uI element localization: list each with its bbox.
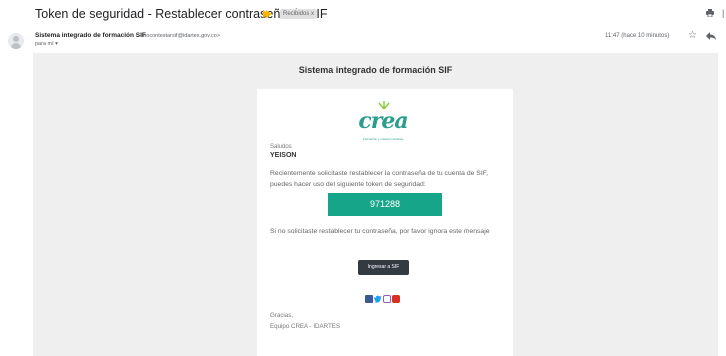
- greeting: Saludos: [270, 144, 292, 150]
- recipient-details-toggle[interactable]: para mí ▾: [35, 41, 58, 47]
- print-icon[interactable]: [706, 9, 714, 17]
- recipient-name: YEISON: [270, 152, 297, 159]
- signature-text: Equipo CREA - IDARTES: [270, 323, 341, 330]
- email-header-title: Sistema integrado de formación SIF: [298, 65, 453, 75]
- open-new-window-icon[interactable]: |: [722, 8, 726, 18]
- reply-icon[interactable]: [706, 32, 716, 40]
- social-links: [365, 295, 405, 305]
- avatar: [8, 33, 24, 49]
- email-card: crea Formación y creación artística Salu…: [257, 89, 513, 356]
- inbox-label-chip[interactable]: Recibidos x: [280, 9, 318, 19]
- sender-row: Sistema integrado de formación SIF <noco…: [0, 28, 726, 52]
- email-timestamp: 11:47 (hace 10 minutos): [605, 33, 670, 39]
- facebook-icon[interactable]: [365, 295, 373, 303]
- signature-block: Gracias, Equipo CREA - IDARTES: [270, 310, 340, 332]
- email-body: Sistema integrado de formación SIF crea …: [33, 53, 718, 356]
- twitter-icon[interactable]: [374, 295, 382, 303]
- subject-row: Token de seguridad - Restablecer contras…: [0, 0, 726, 28]
- security-token: 971288: [328, 193, 442, 216]
- youtube-icon[interactable]: [392, 295, 400, 303]
- logo-tagline: Formación y creación artística: [362, 137, 403, 141]
- star-icon[interactable]: ☆: [688, 31, 697, 41]
- crea-logo: crea Formación y creación artística: [353, 100, 423, 141]
- sender-email: <nocontestarsif@idartes.gov.co>: [140, 33, 221, 39]
- thanks-text: Gracias,: [270, 312, 294, 319]
- login-sif-button[interactable]: Ingresar a SIF: [358, 260, 409, 275]
- logo-wordmark: crea: [358, 108, 408, 134]
- ignore-notice-paragraph: Si no solicitaste restablecer tu contras…: [270, 228, 490, 235]
- important-marker-icon[interactable]: [263, 10, 272, 18]
- reset-request-paragraph: Recientemente solicitaste restablecer la…: [270, 170, 489, 188]
- instagram-icon[interactable]: [383, 295, 391, 303]
- sender-name: Sistema integrado de formación SIF: [35, 32, 146, 39]
